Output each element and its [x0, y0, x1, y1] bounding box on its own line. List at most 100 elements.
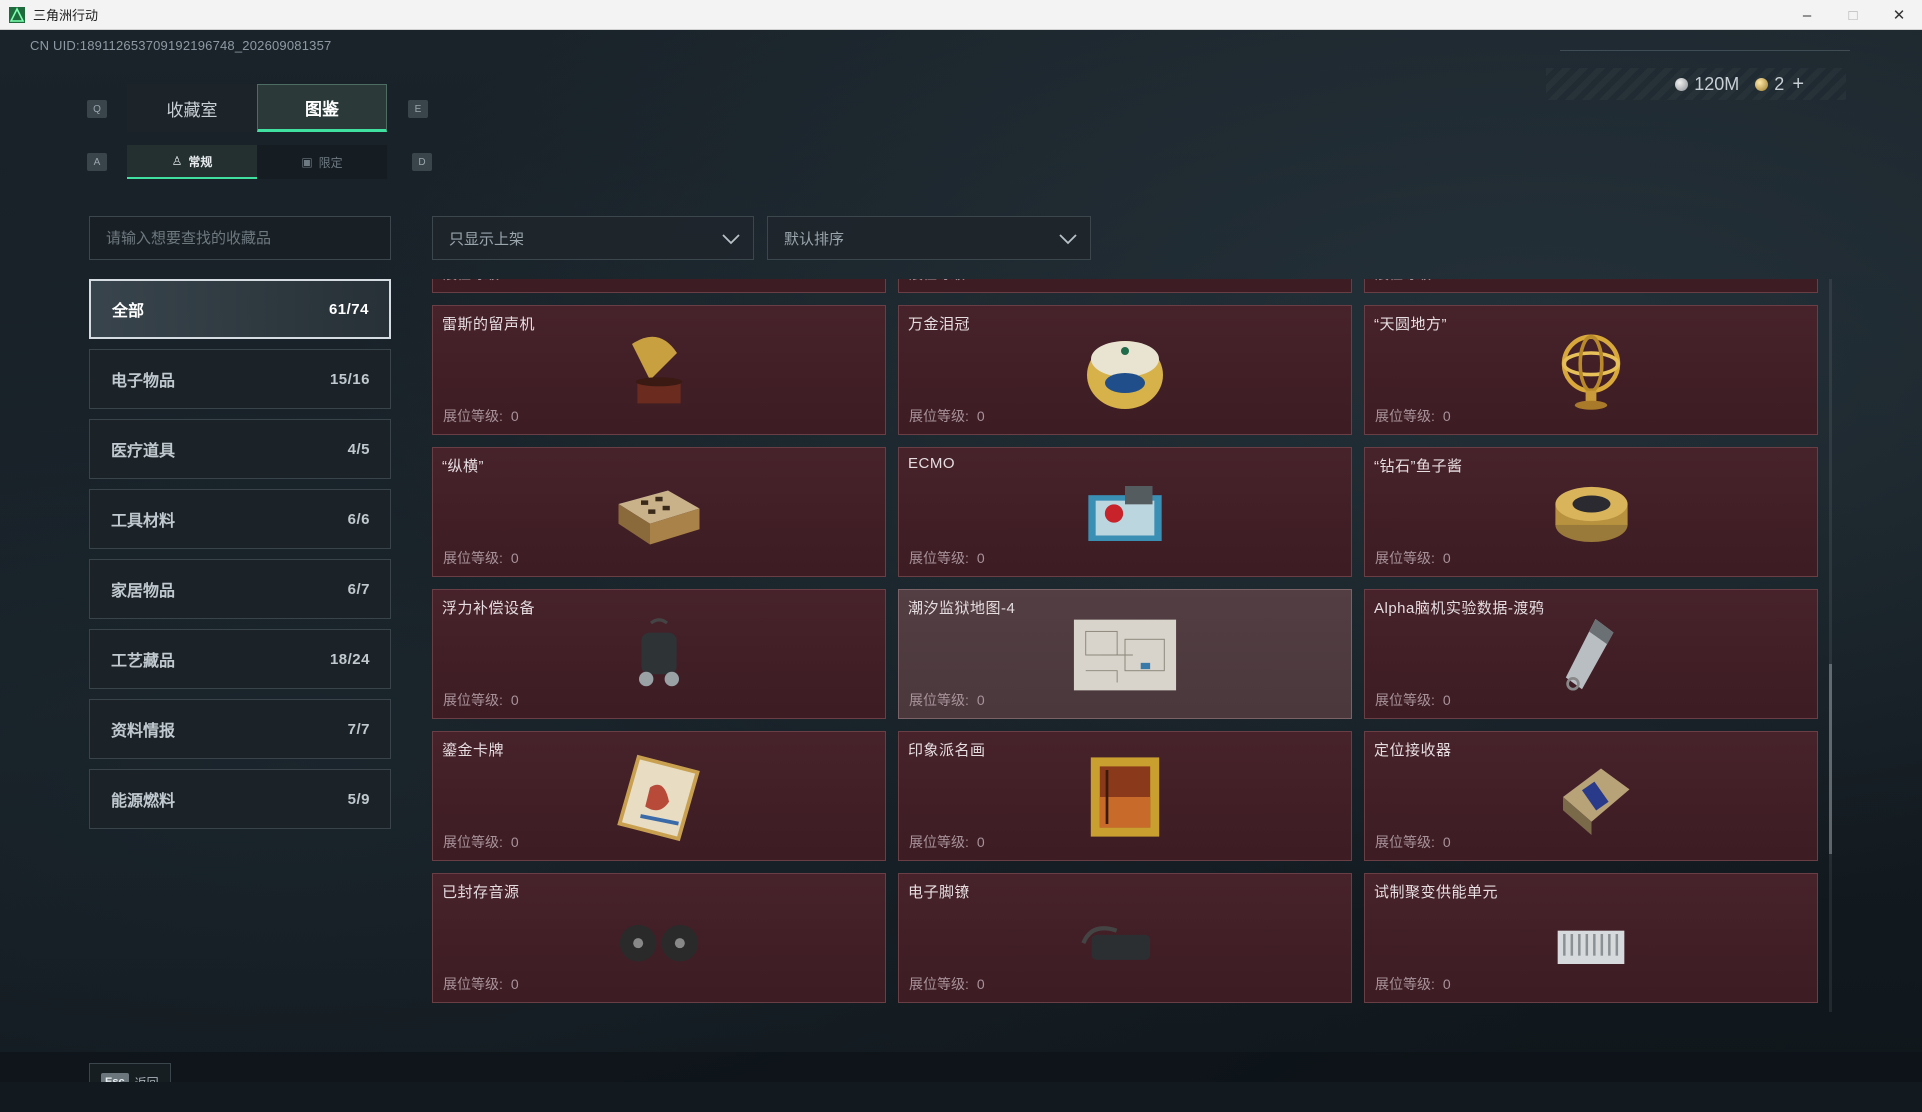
display-level-label: 展位等级: [1375, 279, 1435, 282]
category-intel[interactable]: 资料情报 7/7 [89, 699, 391, 759]
back-button[interactable]: Esc 返回 [89, 1063, 171, 1082]
collection-card[interactable]: 雷斯的留声机 展位等级: 0 [432, 305, 886, 435]
display-level-label: 展位等级: [443, 279, 503, 282]
display-level-value: 0 [977, 279, 985, 282]
item-name: ECMO [908, 455, 955, 472]
tab-collection-room[interactable]: 收藏室 [127, 84, 257, 132]
item-name: 定位接收器 [1374, 742, 1452, 759]
collection-card[interactable]: 定位接收器 展位等级: 0 [1364, 731, 1818, 861]
collection-card[interactable]: 浮力补偿设备 展位等级: 0 [432, 589, 886, 719]
category-all[interactable]: 全部 61/74 [89, 279, 391, 339]
display-level-value: 0 [976, 976, 985, 992]
tab-regular-label: 常规 [188, 154, 213, 169]
category-household[interactable]: 家居物品 6/7 [89, 559, 391, 619]
search-input[interactable] [89, 216, 391, 260]
collection-card[interactable]: “钻石”鱼子酱 展位等级: 0 [1364, 447, 1818, 577]
category-count: 15/16 [329, 370, 370, 388]
display-level: 展位等级: 0 [443, 832, 519, 852]
silver-coin-icon [1675, 77, 1689, 91]
painting-icon [1070, 742, 1180, 852]
chevron-down-icon [722, 234, 740, 245]
display-level-value: 0 [510, 408, 519, 424]
display-level-label: 展位等级: [443, 408, 503, 424]
shelf-filter-value: 只显示上架 [449, 230, 525, 248]
item-name: 试制聚变供能单元 [1374, 884, 1499, 901]
display-level-value: 0 [1442, 976, 1451, 992]
display-level-label: 展位等级: [443, 550, 503, 566]
key-hint-a: A [87, 153, 107, 171]
display-level: 展位等级: 0 [1375, 690, 1451, 710]
shelf-filter-dropdown[interactable]: 只显示上架 [432, 216, 754, 260]
collection-card[interactable]: 印象派名画 展位等级: 0 [898, 731, 1352, 861]
coffee-bag-icon [604, 279, 714, 284]
display-level-label: 展位等级: [909, 550, 969, 566]
primary-tabs: 收藏室 图鉴 [127, 84, 387, 132]
robot-arm-icon [1536, 279, 1646, 284]
display-level-value: 0 [1442, 692, 1451, 708]
display-level: 展位等级: 0 [909, 406, 985, 426]
category-energy[interactable]: 能源燃料 5/9 [89, 769, 391, 829]
display-level: 展位等级: 0 [443, 406, 519, 426]
display-level: 展位等级: 0 [1375, 974, 1451, 994]
silver-currency: 120M [1675, 74, 1739, 95]
close-button[interactable]: ✕ [1876, 0, 1922, 30]
armillary-sphere-icon [1536, 316, 1646, 426]
display-level-value: 0 [510, 976, 519, 992]
uid-text: CN UID:189112653709192196748_20260908135… [30, 38, 332, 53]
display-level: 展位等级: 0 [1375, 548, 1451, 568]
regular-icon: ♙ [171, 154, 183, 168]
item-name: Alpha脑机实验数据-渡鸦 [1374, 600, 1545, 617]
collection-card[interactable]: 试制聚变供能单元 展位等级: 0 [1364, 873, 1818, 1003]
collection-card[interactable]: ECMO 展位等级: 0 [898, 447, 1352, 577]
currency-display: 120M 2 + [1675, 70, 1804, 98]
item-name: 雷斯的留声机 [442, 316, 536, 333]
display-level-value: 0 [1442, 408, 1451, 424]
category-tools[interactable]: 工具材料 6/6 [89, 489, 391, 549]
display-level-value: 0 [976, 834, 985, 850]
collection-card[interactable]: 展位等级: 0 [898, 279, 1352, 293]
display-level: 展位等级: 0 [443, 974, 519, 994]
tab-limited[interactable]: ▣ 限定 [257, 145, 387, 179]
gold-amount: 2 [1774, 73, 1785, 94]
category-electronics[interactable]: 电子物品 15/16 [89, 349, 391, 409]
collection-card[interactable]: 万金泪冠 展位等级: 0 [898, 305, 1352, 435]
maximize-button[interactable]: □ [1830, 0, 1876, 30]
collection-card[interactable]: 潮汐监狱地图-4 展位等级: 0 [898, 589, 1352, 719]
display-level-label: 展位等级: [909, 692, 969, 708]
collection-card[interactable]: 展位等级: 0 [1364, 279, 1818, 293]
fusion-unit-icon [1536, 884, 1646, 994]
item-name: 印象派名画 [908, 742, 986, 759]
collection-card[interactable]: 展位等级: 0 [432, 279, 886, 293]
minimize-button[interactable]: – [1784, 0, 1830, 30]
key-hint-d: D [412, 153, 432, 171]
category-label: 工具材料 [111, 513, 176, 530]
display-level-label: 展位等级: [443, 834, 503, 850]
collection-card[interactable]: 已封存音源展位等级: 0 [432, 873, 886, 1003]
item-name: 已封存音源 [442, 884, 520, 901]
tape-reels-icon [604, 884, 714, 994]
scrollbar-thumb[interactable] [1829, 664, 1832, 854]
limited-icon: ▣ [301, 155, 313, 169]
collection-card[interactable]: “纵横” 展位等级: 0 [432, 447, 886, 577]
game-area: CN UID:189112653709192196748_20260908135… [0, 30, 1922, 1082]
category-crafts[interactable]: 工艺藏品 18/24 [89, 629, 391, 689]
add-currency-button[interactable]: + [1792, 73, 1804, 95]
collection-card[interactable]: 鎏金卡牌 展位等级: 0 [432, 731, 886, 861]
item-name: 电子脚镣 [908, 884, 971, 901]
window-titlebar: 三角洲行动 – □ ✕ [0, 0, 1922, 30]
category-label: 全部 [112, 303, 145, 320]
collection-card[interactable]: “天圆地方” 展位等级: 0 [1364, 305, 1818, 435]
secondary-tabs: ♙ 常规 ▣ 限定 [127, 145, 387, 179]
tab-regular[interactable]: ♙ 常规 [127, 145, 257, 179]
caviar-tin-icon [1536, 458, 1646, 568]
collection-card[interactable]: Alpha脑机实验数据-渡鸦 展位等级: 0 [1364, 589, 1818, 719]
sort-dropdown[interactable]: 默认排序 [767, 216, 1091, 260]
category-count: 18/24 [329, 650, 370, 668]
display-level-label: 展位等级: [1375, 834, 1435, 850]
tab-catalog[interactable]: 图鉴 [257, 84, 387, 132]
gold-currency: 2 + [1755, 73, 1804, 96]
scrollbar[interactable] [1829, 279, 1832, 1012]
display-level-value: 0 [510, 834, 519, 850]
category-medical[interactable]: 医疗道具 4/5 [89, 419, 391, 479]
collection-card[interactable]: 电子脚镣 展位等级: 0 [898, 873, 1352, 1003]
